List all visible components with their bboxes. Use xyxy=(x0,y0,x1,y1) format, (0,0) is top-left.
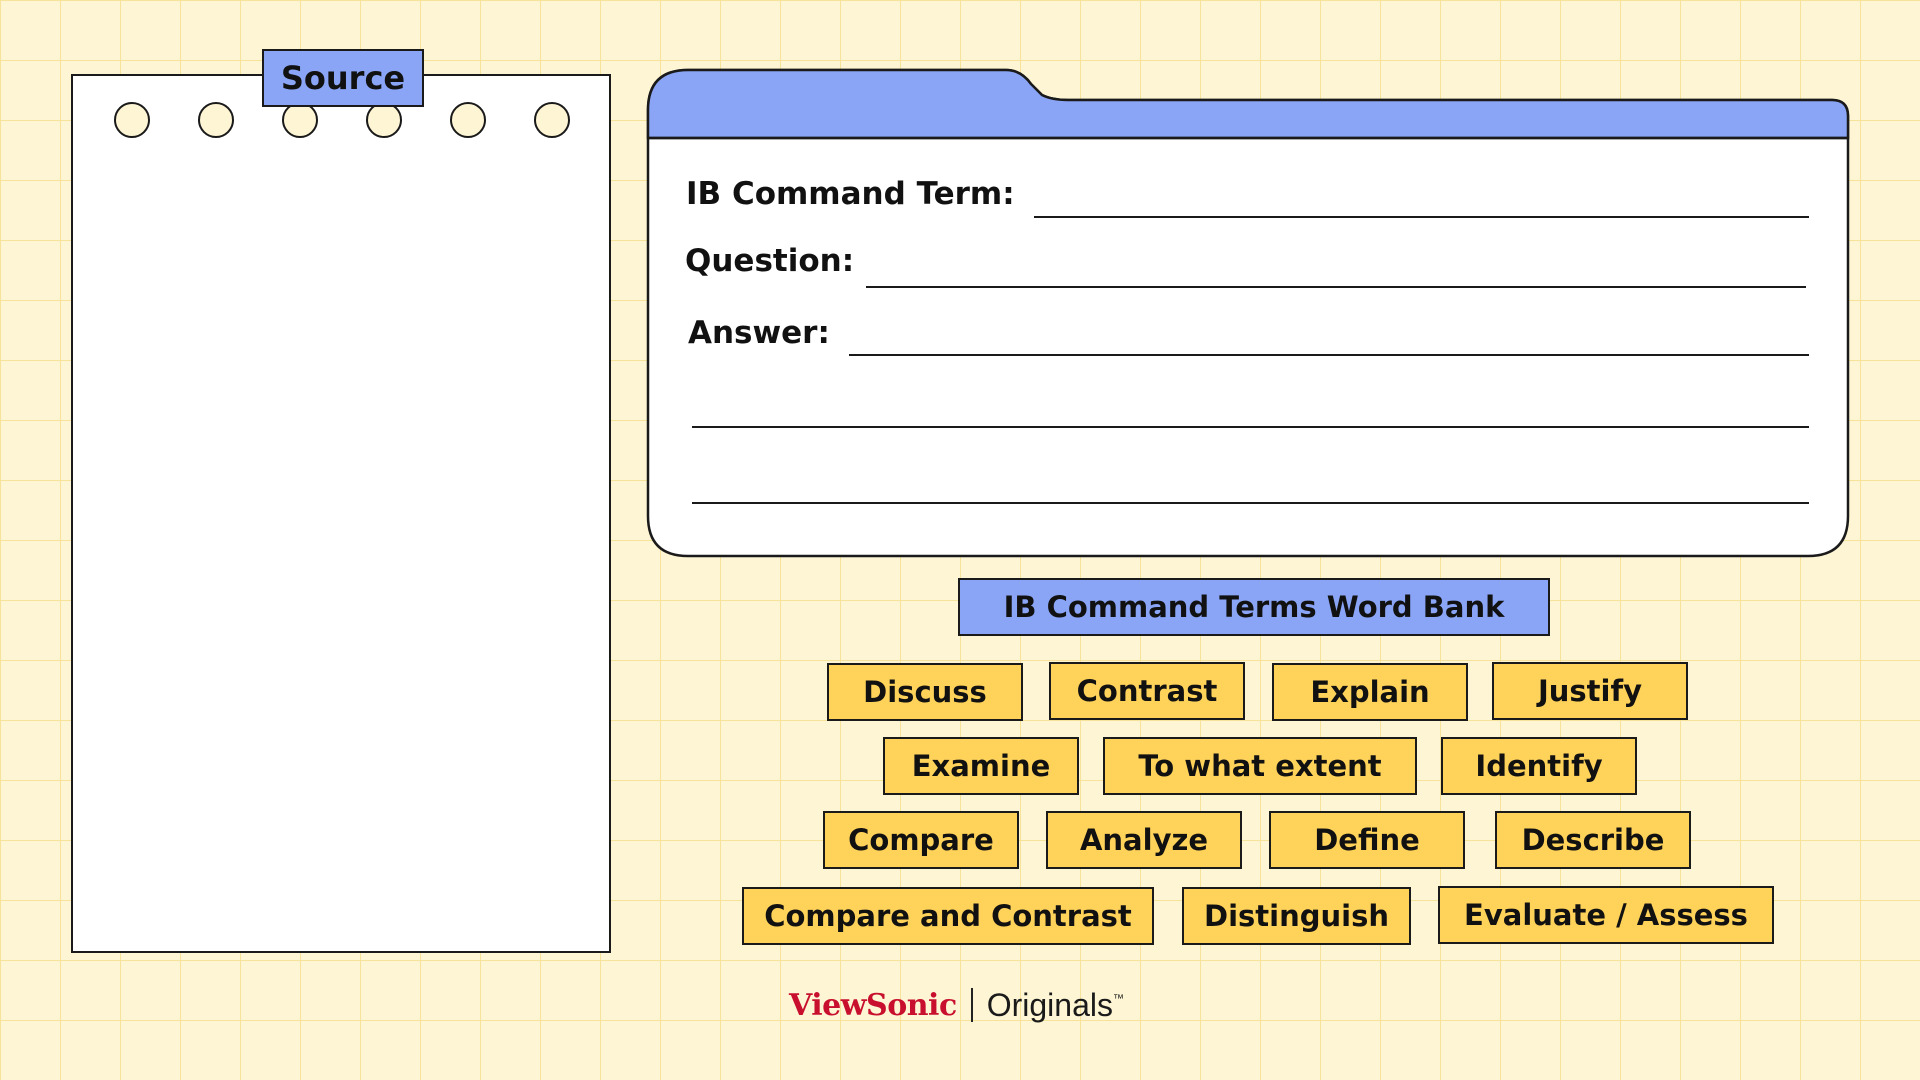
term-to-what-extent[interactable]: To what extent xyxy=(1103,737,1417,795)
term-compare[interactable]: Compare xyxy=(823,811,1019,869)
term-describe[interactable]: Describe xyxy=(1495,811,1691,869)
source-tab: Source xyxy=(262,49,424,107)
term-analyze[interactable]: Analyze xyxy=(1046,811,1242,869)
binder-hole xyxy=(282,102,318,138)
binder-hole xyxy=(450,102,486,138)
logo-product: Originals xyxy=(986,986,1113,1023)
source-notepad xyxy=(71,74,611,953)
word-bank-title: IB Command Terms Word Bank xyxy=(958,578,1550,636)
answer-label: Answer: xyxy=(688,315,830,351)
logo-brand: ViewSonic xyxy=(789,987,957,1023)
question-line[interactable] xyxy=(866,286,1806,288)
binder-hole xyxy=(198,102,234,138)
answer-line-1[interactable] xyxy=(849,354,1809,356)
source-content-area[interactable] xyxy=(83,156,599,941)
binder-hole xyxy=(114,102,150,138)
answer-line-3[interactable] xyxy=(692,502,1809,504)
term-examine[interactable]: Examine xyxy=(883,737,1079,795)
term-evaluate-assess[interactable]: Evaluate / Assess xyxy=(1438,886,1774,944)
command-term-line[interactable] xyxy=(1034,216,1809,218)
folder-shape xyxy=(646,68,1850,558)
answer-folder: IB Command Term: Question: Answer: xyxy=(646,68,1850,558)
binder-hole xyxy=(366,102,402,138)
command-term-label: IB Command Term: xyxy=(686,176,1015,212)
term-justify[interactable]: Justify xyxy=(1492,662,1688,720)
binder-hole xyxy=(534,102,570,138)
term-discuss[interactable]: Discuss xyxy=(827,663,1023,721)
term-explain[interactable]: Explain xyxy=(1272,663,1468,721)
logo-divider xyxy=(970,988,973,1022)
question-label: Question: xyxy=(685,243,855,279)
logo-trademark: ™ xyxy=(1112,993,1124,1005)
viewsonic-originals-logo: ViewSonic Originals ™ xyxy=(789,985,1124,1025)
term-define[interactable]: Define xyxy=(1269,811,1465,869)
term-identify[interactable]: Identify xyxy=(1441,737,1637,795)
answer-line-2[interactable] xyxy=(692,426,1809,428)
term-contrast[interactable]: Contrast xyxy=(1049,662,1245,720)
term-distinguish[interactable]: Distinguish xyxy=(1182,887,1411,945)
term-compare-and-contrast[interactable]: Compare and Contrast xyxy=(742,887,1154,945)
